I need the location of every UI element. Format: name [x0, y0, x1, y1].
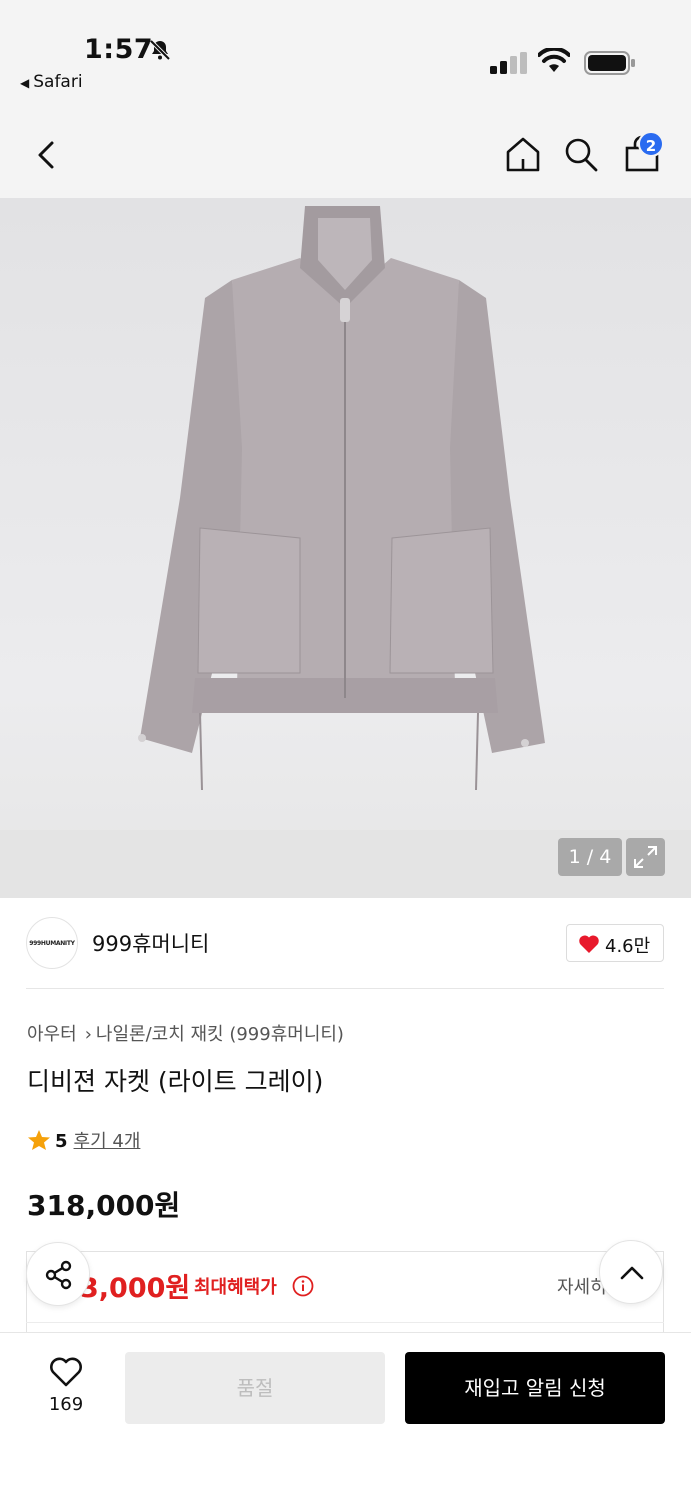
benefit-divider: [26, 1322, 664, 1323]
expand-image-button[interactable]: [626, 838, 665, 876]
product-image-gallery[interactable]: [0, 198, 691, 898]
chevron-up-icon: [620, 1266, 644, 1280]
image-pager: 1 / 4: [558, 838, 622, 876]
wishlist-count: 169: [48, 1394, 84, 1415]
product-title: 디비젼 자켓 (라이트 그레이): [27, 1067, 324, 1096]
heart-outline-icon[interactable]: [48, 1356, 84, 1388]
max-benefit-price: 3,000원: [80, 1273, 191, 1304]
breadcrumb: 아우터 › 나일론/코치 재킷 (999휴머니티): [27, 1020, 344, 1046]
search-icon[interactable]: [562, 134, 600, 174]
expand-icon: [634, 846, 657, 868]
star-icon: [28, 1130, 50, 1150]
back-app-label: Safari: [33, 72, 83, 92]
product-rating: 5 후기 4개: [27, 1127, 140, 1153]
share-button[interactable]: [26, 1242, 90, 1306]
review-count-link[interactable]: 후기 4개: [74, 1131, 141, 1152]
rating-score: 5: [55, 1131, 68, 1152]
wifi-icon: [538, 48, 570, 72]
product-photo-jacket: [138, 206, 545, 791]
scroll-to-top-button[interactable]: [599, 1240, 663, 1304]
back-to-app-link[interactable]: ◀ Safari: [20, 72, 83, 92]
brand-like-button[interactable]: 4.6만: [566, 924, 664, 962]
brand-name[interactable]: 999휴머니티: [92, 928, 209, 958]
back-arrow-icon[interactable]: [30, 135, 64, 175]
max-benefit-label: 최대혜택가: [194, 1277, 277, 1298]
top-navigation: [0, 110, 691, 198]
status-time: 1:57: [84, 34, 154, 65]
breadcrumb-item[interactable]: 나일론/코치 재킷 (999휴머니티): [96, 1024, 344, 1045]
chevron-right-icon: ›: [84, 1024, 92, 1045]
heart-filled-icon: [579, 935, 599, 953]
product-price: 318,000원: [27, 1189, 181, 1222]
status-bar: 1:57 ◀ Safari: [0, 0, 691, 110]
sold-out-button: 품절: [125, 1352, 385, 1424]
brand-like-count: 4.6만: [605, 936, 651, 957]
home-icon[interactable]: [504, 134, 542, 174]
cart-count-badge: 2: [638, 131, 664, 157]
brand-logo[interactable]: 999HUMANITY: [26, 917, 78, 969]
restock-alert-button[interactable]: 재입고 알림 신청: [405, 1352, 665, 1424]
breadcrumb-item[interactable]: 아우터: [27, 1024, 77, 1045]
cellular-signal-icon: [490, 52, 527, 74]
info-icon[interactable]: [292, 1275, 314, 1297]
share-icon: [45, 1260, 72, 1290]
bell-muted-icon: [149, 39, 171, 61]
section-divider: [26, 988, 664, 989]
battery-icon: [584, 51, 635, 75]
